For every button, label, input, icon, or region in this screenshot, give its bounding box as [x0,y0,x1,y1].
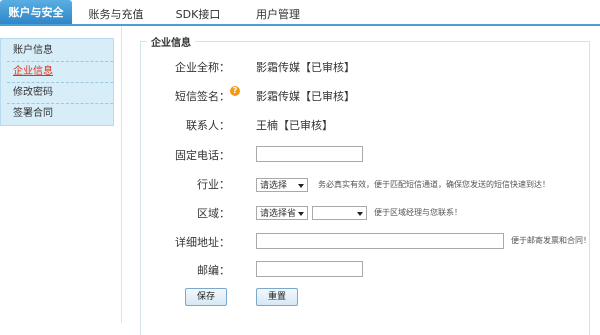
phone-input[interactable] [256,146,363,162]
region-label: 区域： [197,207,230,220]
address-input[interactable] [256,233,504,249]
zip-input[interactable] [256,261,363,277]
tab-sdk[interactable]: SDK接口 [170,6,226,24]
tab-billing[interactable]: 账务与充值 [85,6,147,24]
sidebar: 账户信息 企业信息 修改密码 签署合同 [0,38,114,126]
sms-signature-value: 影霜传媒【已审核】 [256,90,355,103]
sidebar-item-account-info[interactable]: 账户信息 [7,41,113,62]
contact-label: 联系人： [186,119,230,132]
divider [121,26,122,323]
sidebar-item-sign-contract[interactable]: 签署合同 [7,104,113,124]
industry-select[interactable]: 请选择 [256,178,308,192]
industry-hint: 务必真实有效，便于匹配短信通道，确保您发送的短信快速到达！ [318,180,550,189]
province-select-value: 请选择省 [260,209,297,219]
chevron-down-icon [298,184,304,188]
sidebar-item-company-info[interactable]: 企业信息 [7,62,113,83]
tab-account-security[interactable]: 账户与安全 [0,0,72,24]
panel-title: 企业信息 [151,38,191,49]
city-select[interactable] [312,206,367,220]
chevron-down-icon [298,212,304,216]
company-name-label: 企业全称： [175,61,230,74]
zip-label: 邮编： [197,264,230,277]
region-hint: 便于区域经理与您联系！ [374,208,462,217]
reset-button[interactable]: 重置 [256,288,298,306]
contact-value: 王楠【已审核】 [256,119,333,132]
industry-label: 行业： [197,178,230,191]
chevron-down-icon [357,212,363,216]
address-hint: 便于邮寄发票和合同！ [511,236,591,245]
address-label: 详细地址： [175,236,230,249]
province-select[interactable]: 请选择省 [256,206,308,220]
industry-select-value: 请选择 [260,181,288,191]
help-icon[interactable]: ? [230,86,240,96]
phone-label: 固定电话： [175,149,230,162]
company-name-value: 影霜传媒【已审核】 [256,61,355,74]
sms-signature-label: 短信签名： [175,90,230,103]
save-button[interactable]: 保存 [185,288,227,306]
tab-user-management[interactable]: 用户管理 [250,6,306,24]
sidebar-item-change-password[interactable]: 修改密码 [7,83,113,104]
top-nav: 账户与安全 账务与充值 SDK接口 用户管理 [0,0,600,26]
